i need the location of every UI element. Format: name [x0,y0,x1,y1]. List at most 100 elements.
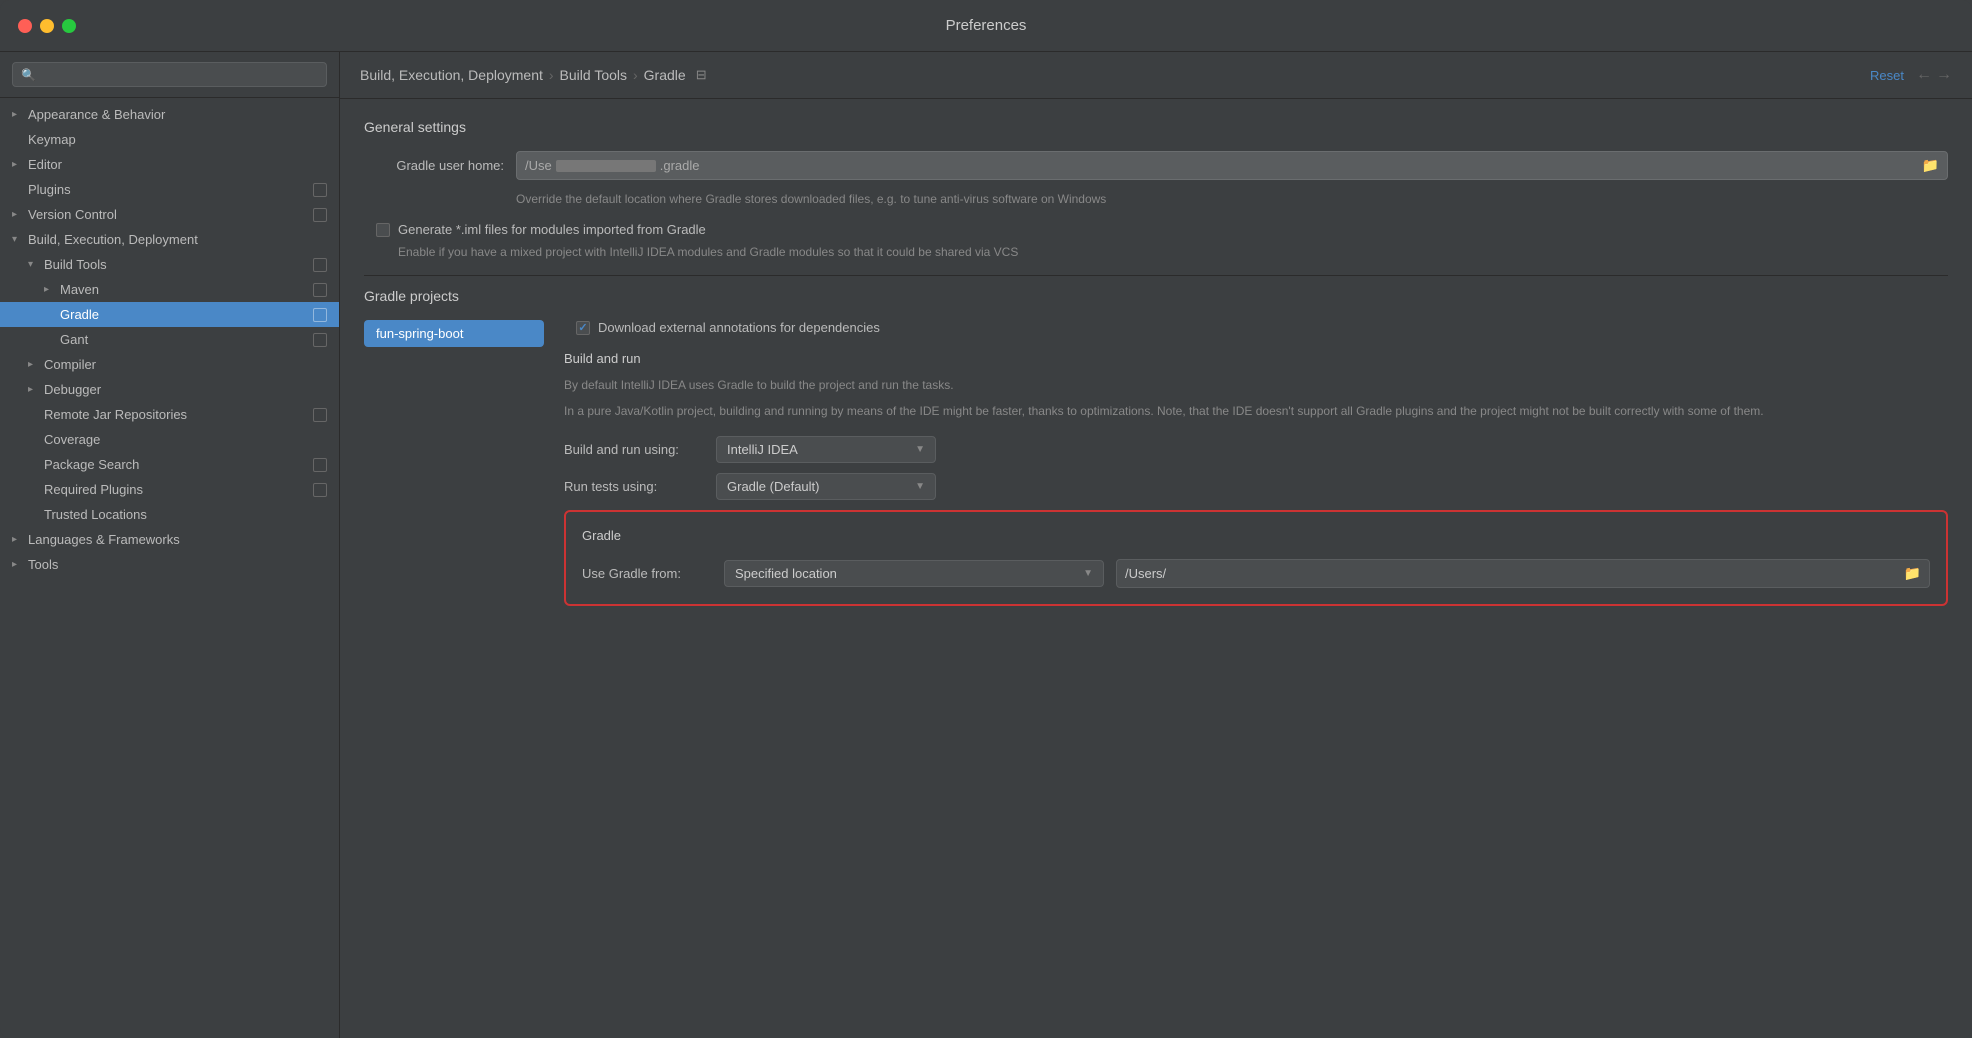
sidebar-tree: Appearance & Behavior Keymap Editor Plug… [0,98,339,1038]
sidebar-item-editor[interactable]: Editor [0,152,339,177]
run-tests-using-row: Run tests using: Gradle (Default) ▼ [564,473,1948,500]
home-prefix: /Use [525,158,552,173]
arrow-icon [28,359,40,370]
run-tests-using-value: Gradle (Default) [727,479,819,494]
sidebar-item-label: Trusted Locations [44,507,327,522]
sidebar-item-trusted-locations[interactable]: Trusted Locations [0,502,339,527]
sidebar-item-label: Build, Execution, Deployment [28,232,327,247]
breadcrumb-build-exec[interactable]: Build, Execution, Deployment [360,67,543,83]
use-gradle-from-label: Use Gradle from: [582,566,712,581]
sidebar-item-build-tools[interactable]: Build Tools [0,252,339,277]
breadcrumb-gradle[interactable]: Gradle [644,67,686,83]
run-tests-using-dropdown[interactable]: Gradle (Default) ▼ [716,473,936,500]
sidebar: 🔍 Appearance & Behavior Keymap [0,52,340,1038]
build-and-run-using-label: Build and run using: [564,442,704,457]
sidebar-item-label: Tools [28,557,327,572]
sidebar-item-languages-frameworks[interactable]: Languages & Frameworks [0,527,339,552]
gradle-user-home-row: Gradle user home: /Use .gradle 📁 [364,151,1948,180]
window-controls [18,19,76,33]
use-gradle-from-value: Specified location [735,566,837,581]
arrow-icon [28,259,40,270]
sidebar-item-compiler[interactable]: Compiler [0,352,339,377]
settings-icon [313,208,327,222]
sidebar-item-label: Editor [28,157,327,172]
gradle-path-folder-icon[interactable]: 📁 [1904,565,1921,582]
sidebar-item-gradle[interactable]: Gradle [0,302,339,327]
header-actions: Reset ← → [1870,66,1952,84]
build-and-run-using-dropdown[interactable]: IntelliJ IDEA ▼ [716,436,936,463]
gradle-projects-title: Gradle projects [364,288,1948,304]
search-wrapper[interactable]: 🔍 [12,62,327,87]
sidebar-item-gant[interactable]: Gant [0,327,339,352]
sidebar-item-label: Gant [60,332,313,347]
download-annotations-label: Download external annotations for depend… [598,320,880,335]
generate-iml-checkbox[interactable] [376,223,390,237]
sidebar-item-build-exec-deploy[interactable]: Build, Execution, Deployment [0,227,339,252]
nav-forward-button[interactable]: → [1936,66,1952,84]
sidebar-item-label: Package Search [44,457,313,472]
nav-back-button[interactable]: ← [1916,66,1932,84]
sidebar-item-plugins[interactable]: Plugins [0,177,339,202]
sidebar-item-tools[interactable]: Tools [0,552,339,577]
sidebar-item-label: Version Control [28,207,313,222]
build-and-run-using-value: IntelliJ IDEA [727,442,798,457]
arrow-icon [12,534,24,545]
home-suffix: .gradle [660,158,700,173]
download-annotations-checkbox[interactable] [576,321,590,335]
sidebar-item-keymap[interactable]: Keymap [0,127,339,152]
breadcrumb-settings-icon[interactable]: ⊟ [696,67,707,83]
run-tests-using-label: Run tests using: [564,479,704,494]
sidebar-item-package-search[interactable]: Package Search [0,452,339,477]
build-and-run-using-row: Build and run using: IntelliJ IDEA ▼ [564,436,1948,463]
arrow-icon [28,384,40,395]
gradle-section-title: Gradle [582,528,1930,543]
minimize-button[interactable] [40,19,54,33]
sidebar-item-label: Debugger [44,382,327,397]
dropdown-arrow-icon: ▼ [915,481,925,492]
sidebar-item-label: Coverage [44,432,327,447]
settings-icon [313,258,327,272]
sidebar-item-label: Remote Jar Repositories [44,407,313,422]
breadcrumb-sep-2: › [633,67,638,83]
build-run-desc1: By default IntelliJ IDEA uses Gradle to … [564,376,1948,394]
arrow-icon [12,209,24,220]
gradle-path-value: /Users/ [1125,566,1166,581]
breadcrumb-build-tools[interactable]: Build Tools [560,67,627,83]
gradle-path-input[interactable]: /Users/ 📁 [1116,559,1930,588]
gradle-user-home-input[interactable]: /Use .gradle 📁 [516,151,1948,180]
sidebar-item-coverage[interactable]: Coverage [0,427,339,452]
sidebar-item-debugger[interactable]: Debugger [0,377,339,402]
gradle-user-home-label: Gradle user home: [364,158,504,173]
sidebar-item-maven[interactable]: Maven [0,277,339,302]
sidebar-item-remote-jar[interactable]: Remote Jar Repositories [0,402,339,427]
settings-icon [313,483,327,497]
arrow-icon [12,234,24,245]
panel-body: General settings Gradle user home: /Use … [340,99,1972,1038]
search-icon: 🔍 [21,68,36,82]
project-settings: Download external annotations for depend… [564,320,1948,606]
use-gradle-from-row: Use Gradle from: Specified location ▼ /U… [582,559,1930,588]
sidebar-item-label: Plugins [28,182,313,197]
sidebar-item-appearance-behavior[interactable]: Appearance & Behavior [0,102,339,127]
sidebar-item-version-control[interactable]: Version Control [0,202,339,227]
gradle-section: Gradle Use Gradle from: Specified locati… [564,510,1948,606]
dropdown-arrow-icon: ▼ [1083,568,1093,579]
sidebar-item-label: Build Tools [44,257,313,272]
divider-1 [364,275,1948,276]
close-button[interactable] [18,19,32,33]
panel-header: Build, Execution, Deployment › Build Too… [340,52,1972,99]
generate-iml-wrapper: Generate *.iml files for modules importe… [376,222,706,237]
search-input[interactable] [42,67,318,82]
folder-icon[interactable]: 📁 [1922,157,1939,174]
window-title: Preferences [946,17,1027,34]
generate-iml-row: Generate *.iml files for modules importe… [364,222,1948,237]
project-item-fun-spring-boot[interactable]: fun-spring-boot [364,320,544,347]
reset-button[interactable]: Reset [1870,68,1904,83]
settings-icon [313,333,327,347]
nav-arrows: ← → [1916,66,1952,84]
use-gradle-from-dropdown[interactable]: Specified location ▼ [724,560,1104,587]
sidebar-item-label: Maven [60,282,313,297]
settings-icon [313,458,327,472]
maximize-button[interactable] [62,19,76,33]
sidebar-item-required-plugins[interactable]: Required Plugins [0,477,339,502]
